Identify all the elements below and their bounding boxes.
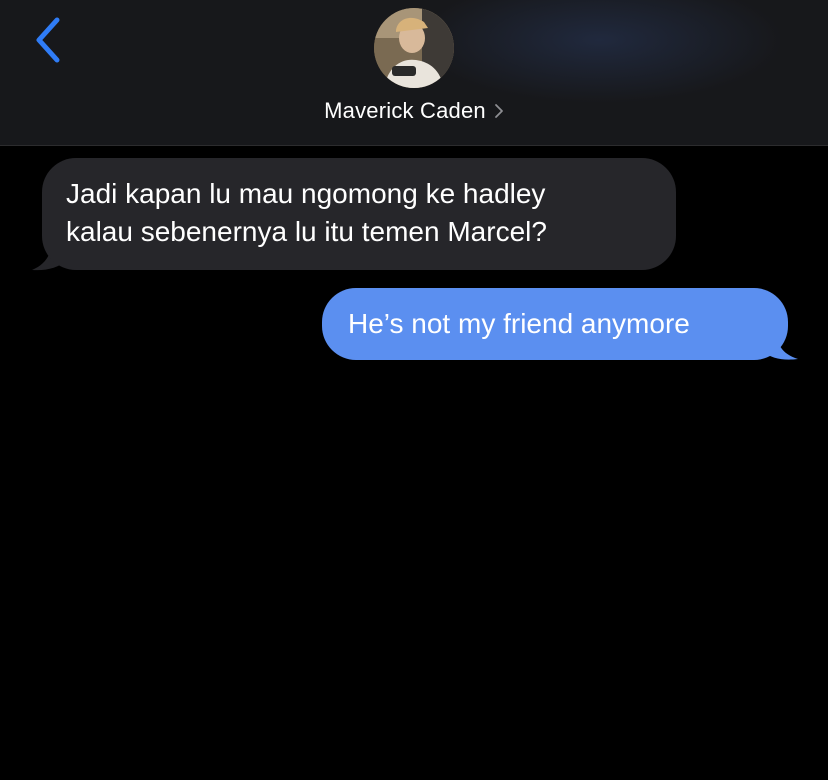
contact-name: Maverick Caden	[324, 98, 486, 123]
incoming-message-bubble[interactable]: Jadi kapan lu mau ngomong ke hadley kala…	[42, 158, 676, 270]
chevron-right-icon	[494, 103, 504, 119]
conversation-screen: Maverick Caden Jadi kapan lu mau ngomong…	[0, 0, 828, 780]
contact-avatar[interactable]	[374, 8, 454, 88]
back-button[interactable]	[26, 14, 70, 66]
contact-details-link[interactable]: Maverick Caden	[0, 96, 828, 126]
chevron-left-icon	[36, 17, 60, 63]
outgoing-message-bubble[interactable]: He’s not my friend anymore	[322, 288, 788, 360]
message-line: Jadi kapan lu mau ngomong ke hadley	[66, 178, 546, 209]
message-line: kalau sebenernya lu itu temen Marcel?	[66, 216, 547, 247]
avatar-photo	[374, 8, 454, 88]
message-line: He’s not my friend anymore	[348, 308, 690, 339]
conversation-header: Maverick Caden	[0, 0, 828, 146]
